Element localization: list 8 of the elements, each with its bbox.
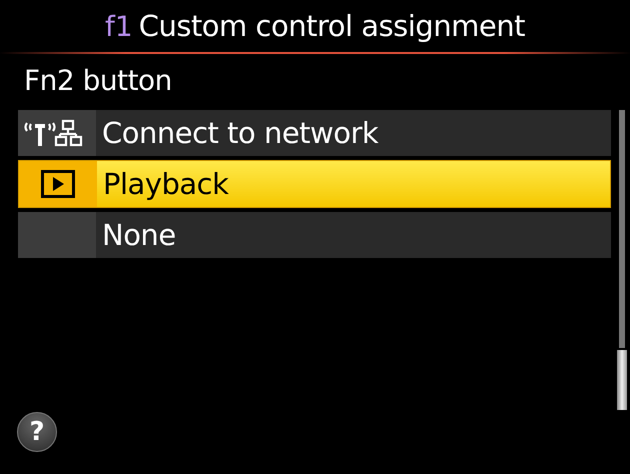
play-icon bbox=[41, 170, 75, 198]
menu-code: f1 bbox=[105, 10, 133, 42]
menu-option[interactable]: Connect to network bbox=[18, 110, 611, 156]
help-button[interactable]: ? bbox=[17, 412, 57, 452]
menu-title: Custom control assignment bbox=[138, 9, 525, 43]
menu-option[interactable]: Playback bbox=[18, 160, 611, 208]
subtitle: Fn2 button bbox=[23, 63, 173, 99]
menu-option[interactable]: None bbox=[18, 212, 611, 258]
